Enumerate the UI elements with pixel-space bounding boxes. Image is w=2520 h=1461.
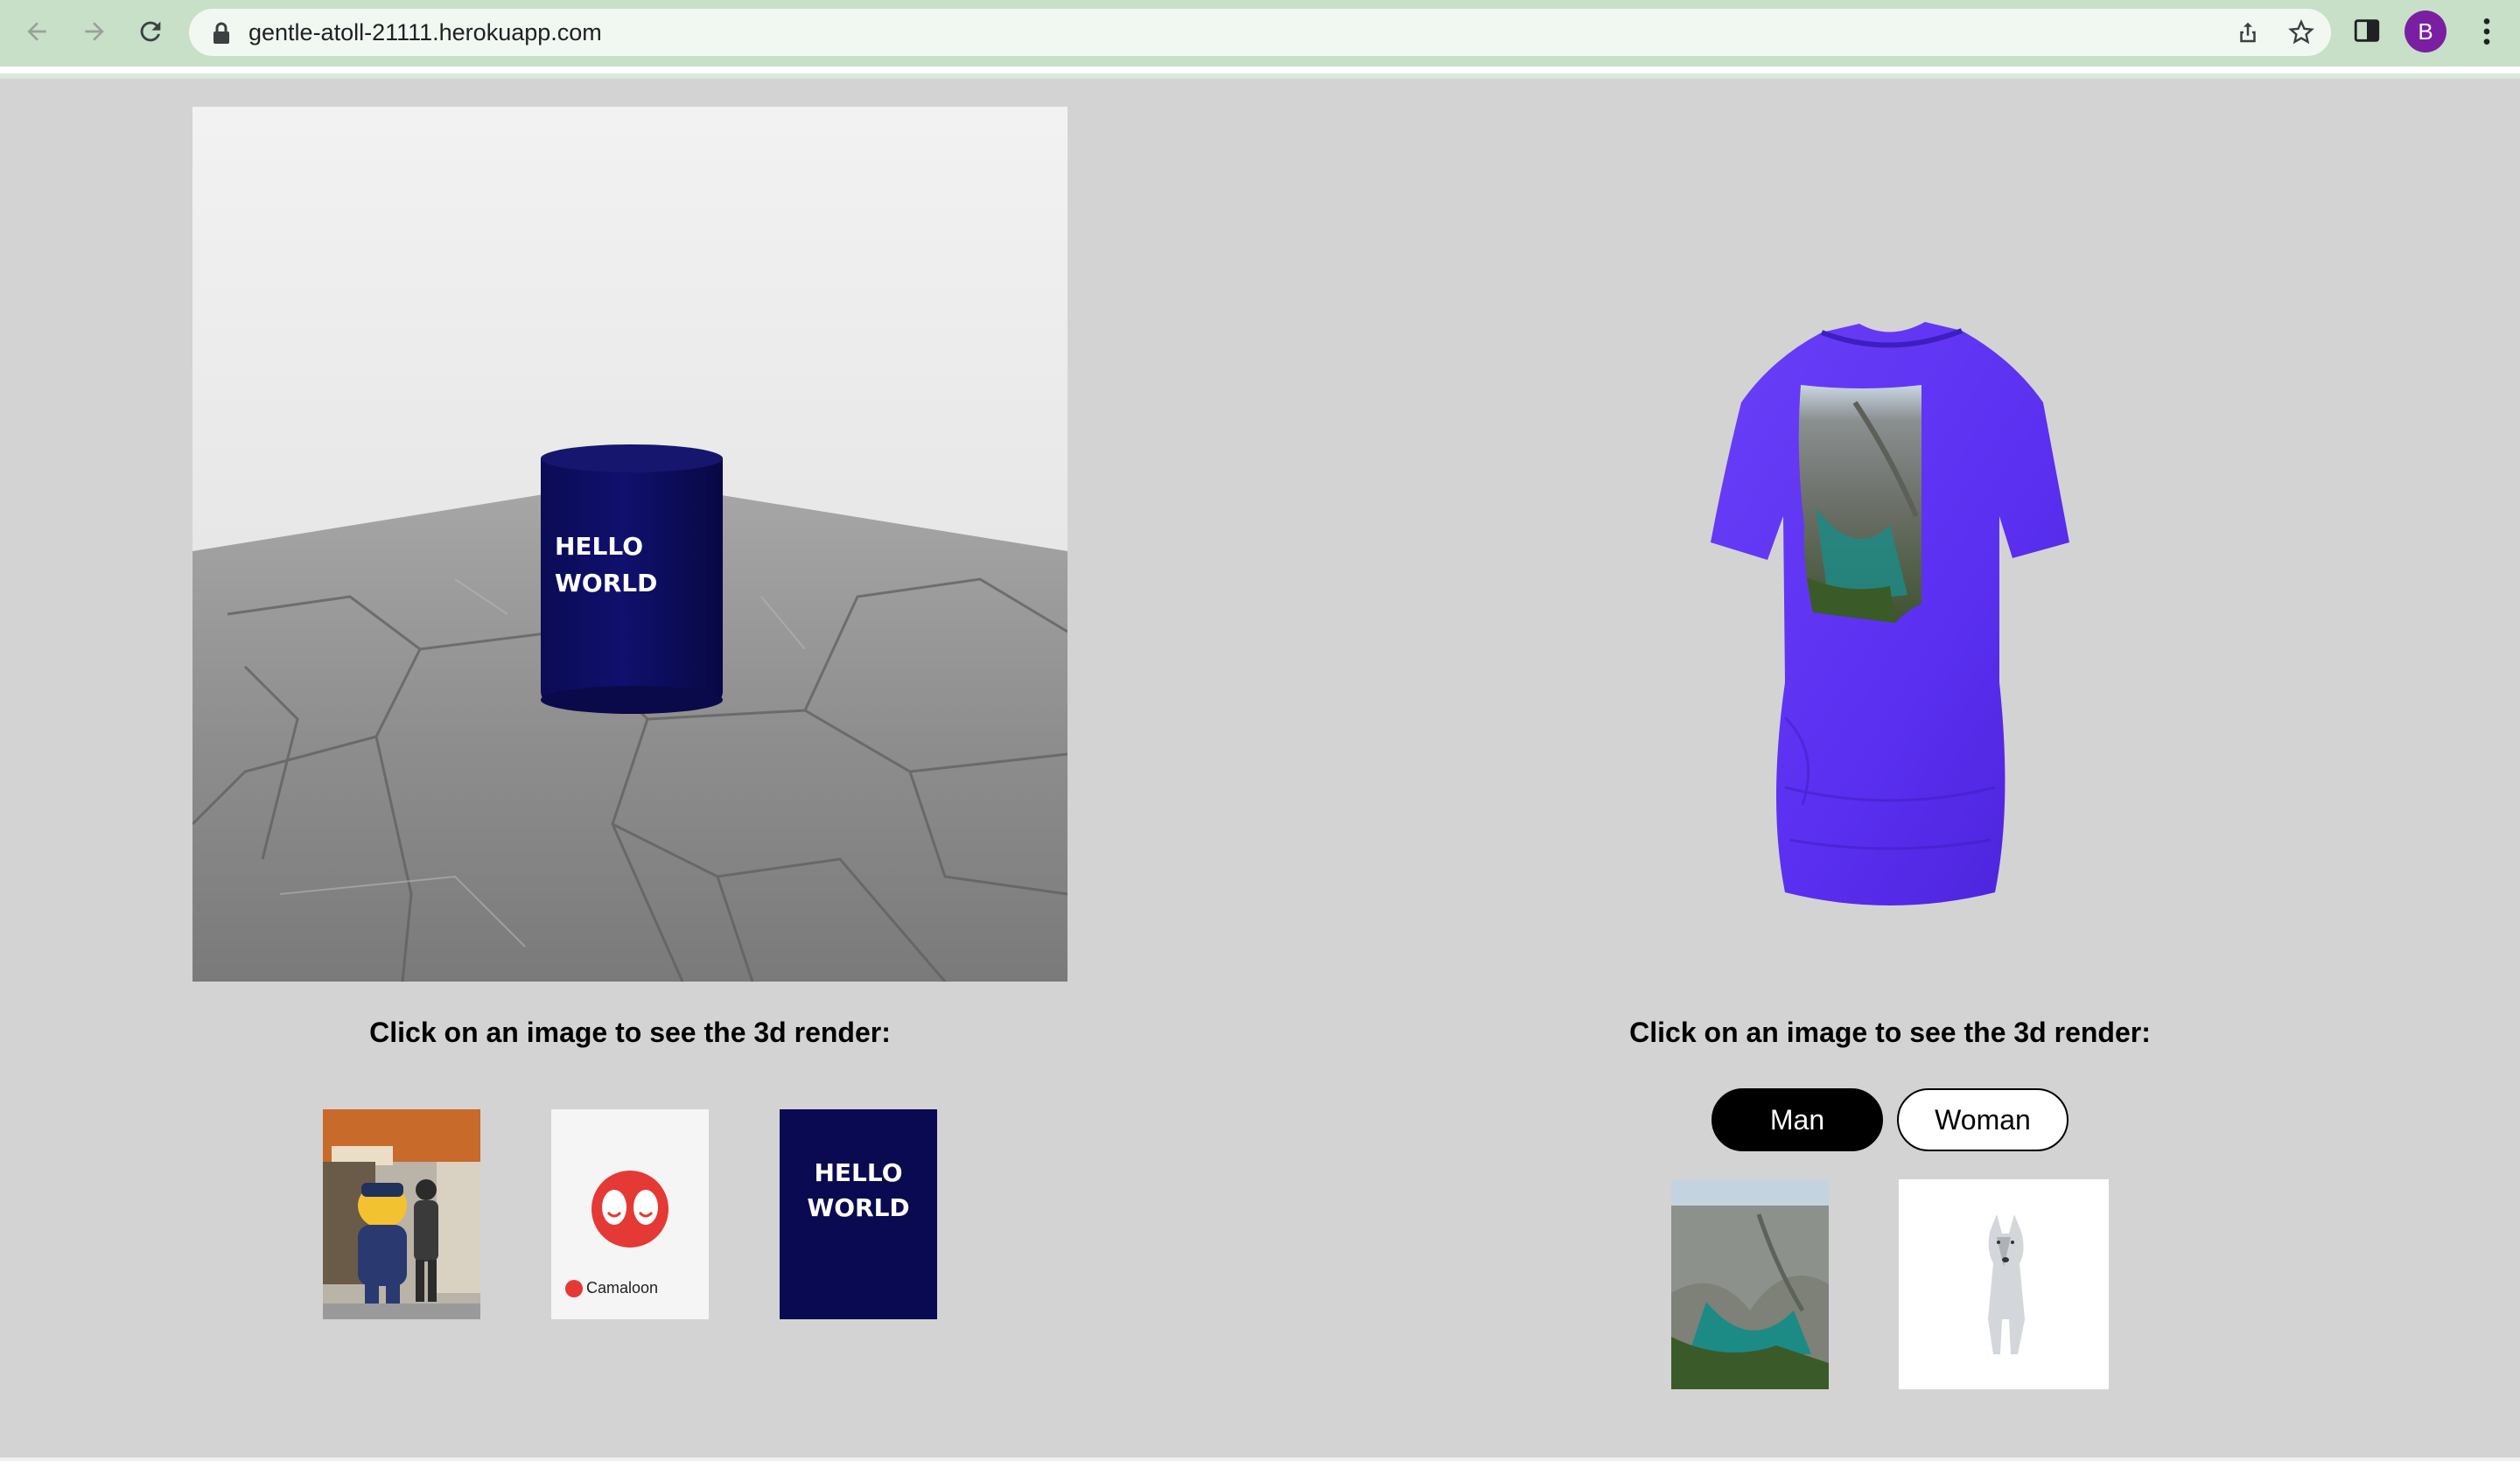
url-text: gentle-atoll-21111.herokuapp.com <box>248 19 602 45</box>
browser-toolbar: gentle-atoll-21111.herokuapp.com B <box>0 0 2520 77</box>
forward-arrow-icon <box>85 22 104 41</box>
thumbnail-canyon[interactable] <box>1671 1179 1829 1389</box>
back-button[interactable] <box>18 12 56 51</box>
reload-button[interactable] <box>131 12 170 51</box>
right-caption: Click on an image to see the 3d render: <box>1629 1017 2151 1048</box>
address-bar[interactable]: gentle-atoll-21111.herokuapp.com <box>189 9 2331 56</box>
thumbnail-police-mascot[interactable] <box>323 1109 480 1319</box>
lock-icon <box>214 22 229 44</box>
hello-world-line1: HELLO <box>814 1158 903 1187</box>
can-text-line2: WORLD <box>555 569 657 598</box>
page-content: HELLO WORLD Click on an image to see the… <box>0 79 2520 1461</box>
tshirt-3d-viewer[interactable] <box>1628 227 2152 927</box>
window-bottom-edge <box>0 1458 2520 1461</box>
man-button[interactable]: Man <box>1712 1088 1883 1151</box>
side-panel-icon[interactable] <box>2352 16 2382 45</box>
can-text-line1: HELLO <box>555 532 643 561</box>
mug-3d-viewer[interactable]: HELLO WORLD <box>192 107 1068 982</box>
profile-avatar[interactable]: B <box>2404 10 2446 52</box>
thumbnail-camaloon[interactable]: Camaloon <box>551 1109 709 1319</box>
back-arrow-icon <box>27 22 46 41</box>
woman-button[interactable]: Woman <box>1897 1088 2068 1151</box>
mug-3d-scene: HELLO WORLD <box>192 107 1068 982</box>
wolf-photo <box>1899 1179 2109 1389</box>
canyon-photo <box>1671 1179 1829 1389</box>
share-icon[interactable] <box>2235 19 2261 45</box>
thumbnail-hello-world[interactable]: HELLO WORLD <box>780 1109 937 1319</box>
camaloon-brand-text: Camaloon <box>586 1279 659 1297</box>
police-mascot-photo <box>323 1109 480 1319</box>
left-caption: Click on an image to see the 3d render: <box>369 1017 891 1048</box>
tshirt-3d-model <box>1711 322 2069 905</box>
star-icon[interactable] <box>2287 18 2315 46</box>
reload-icon <box>140 21 161 42</box>
forward-button[interactable] <box>75 12 114 51</box>
thumbnail-wolf[interactable] <box>1899 1179 2109 1389</box>
kebab-menu-icon[interactable] <box>2469 14 2504 49</box>
hello-world-line2: WORLD <box>807 1193 910 1222</box>
